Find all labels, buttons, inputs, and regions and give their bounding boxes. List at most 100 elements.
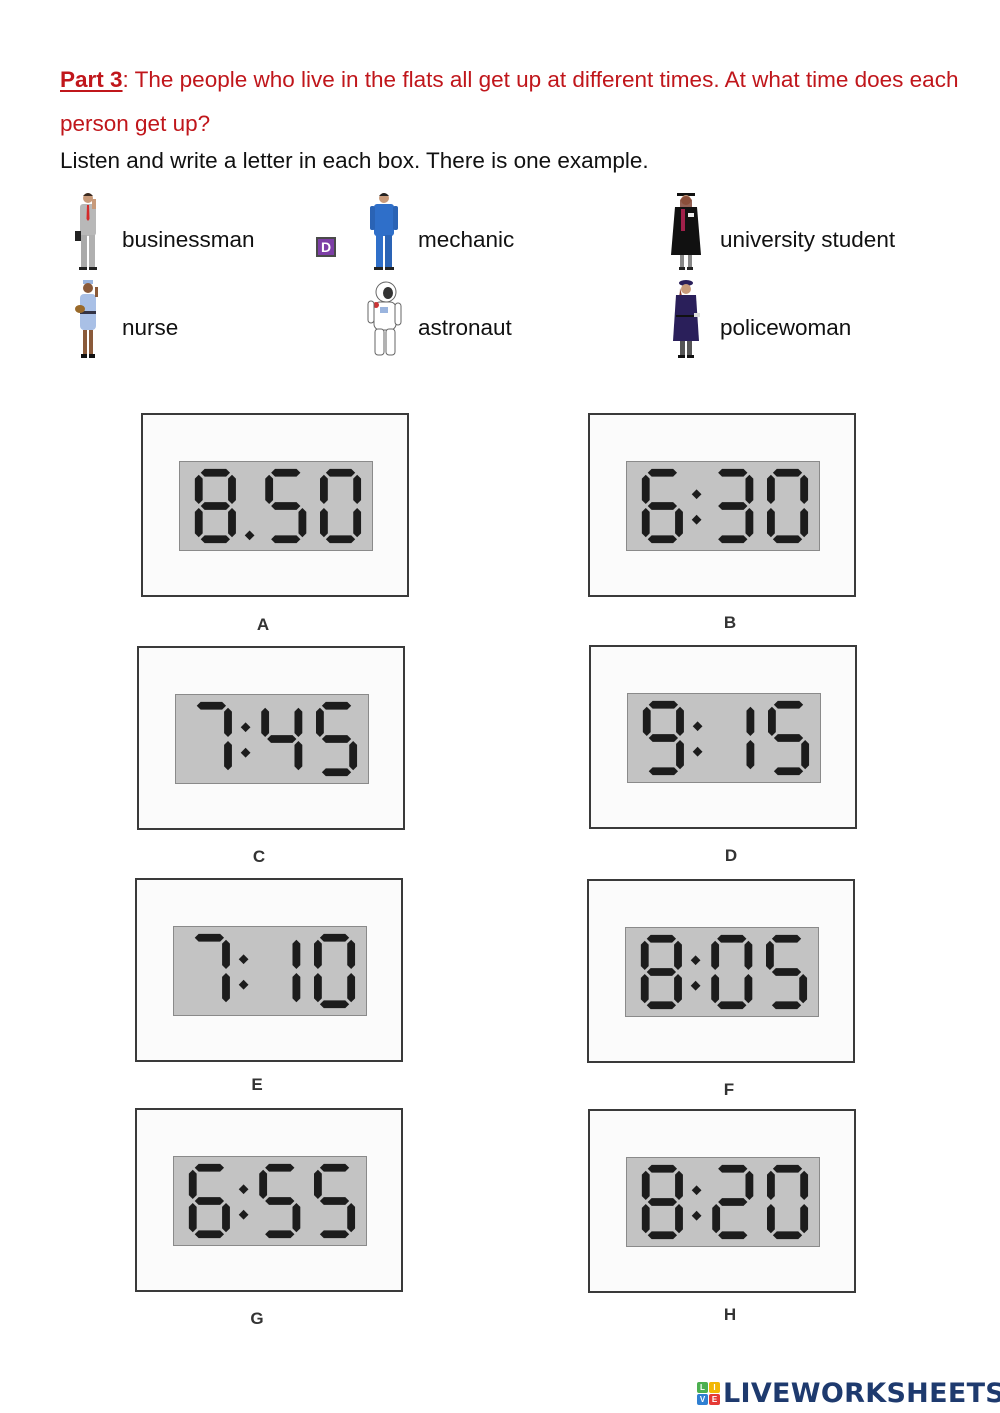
lcd-segment-a <box>321 701 352 710</box>
lcd-digit <box>711 934 753 1010</box>
lcd-digit <box>314 1163 356 1239</box>
lcd-segment-a <box>647 468 678 477</box>
lcd-segment-g <box>267 735 297 743</box>
lcd-digit <box>320 468 362 544</box>
lcd-segment-d <box>647 535 678 544</box>
lcd-segment-f <box>261 707 270 738</box>
clock-time-7:45 <box>196 701 358 777</box>
clock-letter-g: G <box>250 1309 264 1328</box>
lcd-segment-a <box>718 468 748 477</box>
lcd-segment-g <box>265 1197 295 1205</box>
lcd-segment-d <box>265 1230 295 1239</box>
lcd-colon-bottom <box>691 1210 702 1221</box>
question-text: Part 3: The people who live in the flats… <box>60 58 970 146</box>
clock-letter-a: A <box>256 615 270 634</box>
lcd-segment-d <box>646 1001 677 1010</box>
lcd-segment-c <box>744 973 753 1004</box>
lcd-segment-b <box>224 707 232 738</box>
lcd-colon-top <box>690 955 701 966</box>
lcd-segment-f <box>642 706 651 737</box>
lcd-segment-b <box>353 474 362 505</box>
lcd-segment-g <box>646 968 677 976</box>
lcd-display <box>627 693 821 783</box>
clock-h <box>588 1109 856 1293</box>
lcd-segment-d <box>194 1230 225 1239</box>
lcd-segment-f <box>188 1169 197 1200</box>
lcd-segment-g <box>648 734 679 742</box>
logo-tile: I <box>709 1382 720 1393</box>
lcd-colon-bottom <box>240 747 251 758</box>
lcd-digit <box>292 939 301 1003</box>
lcd-segment-c <box>228 507 236 538</box>
lcd-colon-top <box>240 722 251 733</box>
lcd-segment-c <box>224 740 232 771</box>
lcd-display <box>626 1157 820 1247</box>
lcd-segment-e <box>194 507 203 538</box>
lcd-digit <box>767 1164 809 1240</box>
lcd-colon-top <box>692 721 703 732</box>
lcd-segment-d <box>648 767 679 776</box>
lcd-segment-b <box>745 474 754 505</box>
lcd-segment-a <box>325 468 356 477</box>
lcd-segment-c <box>298 507 307 538</box>
clock-b <box>588 413 856 597</box>
lcd-digit <box>259 1163 301 1239</box>
logo-tile: E <box>709 1394 720 1405</box>
lcd-segment-f <box>265 474 274 505</box>
lcd-segment-d <box>717 1001 747 1010</box>
lcd-segment-b <box>228 474 236 505</box>
lcd-digit <box>767 468 809 544</box>
lcd-segment-a <box>194 933 225 942</box>
lcd-segment-b <box>347 939 356 970</box>
lcd-segment-f <box>768 706 776 737</box>
lcd-segment-c <box>800 507 809 538</box>
lcd-display <box>179 461 373 551</box>
lcd-segment-d <box>319 1000 350 1009</box>
lcd-segment-f <box>314 1169 322 1200</box>
answer-box-businessman[interactable]: D <box>316 237 336 257</box>
lcd-segment-f <box>314 939 322 970</box>
person-mechanic: mechanic <box>364 192 514 272</box>
lcd-segment-g <box>647 1198 678 1206</box>
lcd-digit <box>768 700 810 776</box>
lcd-colon-top <box>238 954 249 965</box>
lcd-segment-d <box>772 535 803 544</box>
lcd-display <box>173 926 367 1016</box>
person-policewoman: policewoman <box>666 280 851 360</box>
lcd-segment-e <box>767 1203 775 1234</box>
person-label: businessman <box>122 227 255 252</box>
lcd-segment-c <box>349 740 358 771</box>
lcd-digit <box>746 706 755 770</box>
clock-e <box>135 878 403 1062</box>
lcd-colon-bottom <box>238 1209 249 1220</box>
lcd-segment-c <box>674 973 682 1004</box>
lcd-digit <box>194 933 230 1003</box>
mechanic-figure-icon <box>364 191 404 273</box>
person-nurse: nurse <box>68 280 178 360</box>
lcd-segment-d <box>325 535 356 544</box>
clock-c <box>137 646 405 830</box>
liveworksheets-logo[interactable]: L I V E LIVEWORKSHEETS <box>697 1378 1000 1409</box>
lcd-segment-d <box>647 1231 678 1240</box>
lcd-segment-f <box>259 1169 268 1200</box>
task-instruction: Listen and write a letter in each box. T… <box>60 148 649 173</box>
clock-time-9:15 <box>642 700 810 776</box>
lcd-segment-d <box>718 1231 748 1240</box>
person-label: astronaut <box>418 315 512 340</box>
lcd-segment-g <box>194 1197 225 1205</box>
question-body: : The people who live in the flats all g… <box>60 67 959 136</box>
lcd-digit <box>188 1163 230 1239</box>
lcd-segment-b <box>745 1170 754 1201</box>
lcd-segment-f <box>766 940 774 971</box>
clock-a <box>141 413 409 597</box>
lcd-segment-b <box>675 1170 683 1201</box>
lcd-segment-b <box>800 1170 809 1201</box>
lcd-segment-f <box>316 707 324 738</box>
lcd-segment-e <box>712 1203 721 1234</box>
lcd-display <box>175 694 369 784</box>
lcd-segment-b <box>676 706 684 737</box>
lcd-segment-c <box>745 507 754 538</box>
lcd-display <box>626 461 820 551</box>
lcd-segment-c <box>675 1203 683 1234</box>
lcd-segment-f <box>641 474 650 505</box>
